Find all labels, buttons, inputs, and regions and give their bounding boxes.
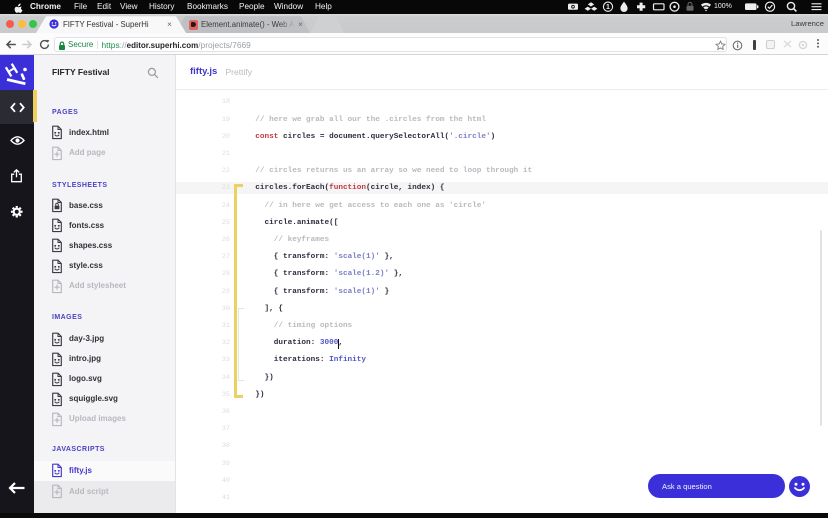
svg-text:H: H [3, 61, 21, 81]
svg-text:1: 1 [606, 4, 610, 11]
